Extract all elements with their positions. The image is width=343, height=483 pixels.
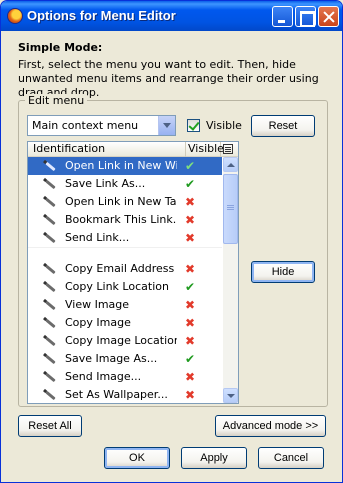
hidden-cross-icon[interactable]: ✖ — [183, 193, 197, 211]
list-item[interactable]: Send Image... ✖ — [28, 368, 222, 386]
pencil-icon — [45, 318, 56, 329]
pencil-icon — [45, 390, 56, 401]
hidden-cross-icon[interactable]: ✖ — [183, 260, 197, 278]
pencil-icon — [45, 354, 56, 365]
window-title: Options for Menu Editor — [27, 8, 176, 23]
hidden-cross-icon[interactable]: ✖ — [183, 296, 197, 314]
minimize-button[interactable] — [272, 6, 293, 27]
list-item[interactable]: Save Image As... ✔ — [28, 350, 222, 368]
list-item[interactable]: Bookmark This Link... ✖ — [28, 211, 222, 229]
list-item[interactable]: Set As Wallpaper... ✖ — [28, 386, 222, 403]
list-item-label: Open Link in New Tab — [65, 195, 177, 208]
hidden-cross-icon[interactable]: ✖ — [183, 211, 197, 229]
scroll-up-icon[interactable] — [223, 157, 238, 172]
hidden-cross-icon[interactable]: ✖ — [183, 368, 197, 386]
list-item-label: Copy Email Address — [65, 262, 175, 275]
list-item[interactable]: Copy Image ✖ — [28, 314, 222, 332]
apply-button[interactable]: Apply — [181, 447, 247, 469]
visible-checkbox-label[interactable]: Visible — [206, 119, 242, 132]
pencil-icon — [45, 215, 56, 226]
hidden-cross-icon[interactable]: ✖ — [183, 314, 197, 332]
reset-all-button[interactable]: Reset All — [18, 415, 82, 437]
visible-checkbox[interactable] — [187, 119, 200, 132]
list-item-label: Send Link... — [65, 231, 130, 244]
scroll-down-icon[interactable] — [223, 388, 238, 403]
maximize-button[interactable] — [295, 6, 316, 27]
list-item-label: Set As Wallpaper... — [65, 388, 168, 401]
pencil-icon — [45, 161, 56, 172]
hidden-cross-icon[interactable]: ✖ — [183, 332, 197, 350]
hidden-cross-icon[interactable]: ✖ — [183, 386, 197, 403]
menu-select[interactable]: Main context menu — [27, 115, 176, 136]
ok-button[interactable]: OK — [104, 447, 170, 469]
edit-menu-label: Edit menu — [25, 94, 88, 107]
list-item-label: Copy Image Location — [65, 334, 177, 347]
pencil-icon — [45, 264, 56, 275]
list-item-label: Bookmark This Link... — [65, 213, 177, 226]
hidden-cross-icon[interactable]: ✖ — [183, 229, 197, 247]
pencil-icon — [45, 197, 56, 208]
pencil-icon — [45, 282, 56, 293]
pencil-icon — [45, 336, 56, 347]
pencil-icon — [45, 233, 56, 244]
column-identification[interactable]: Identification — [28, 142, 186, 157]
pencil-icon — [45, 372, 56, 383]
list-rows: Open Link in New Wi... ✔ Save Link As... ✔ O… — [28, 157, 222, 403]
hide-button[interactable]: Hide — [251, 261, 315, 283]
list-item[interactable]: Copy Link Location ✔ — [28, 278, 222, 296]
visible-check-icon[interactable]: ✔ — [183, 350, 197, 368]
list-item[interactable]: Save Link As... ✔ — [28, 175, 222, 193]
close-button[interactable] — [318, 6, 339, 27]
list-item-label: Open Link in New Wi... — [65, 159, 177, 172]
visible-check-icon[interactable]: ✔ — [183, 157, 197, 175]
list-item-label: Save Link As... — [65, 177, 146, 190]
list-item-label: Save Image As... — [65, 352, 158, 365]
pencil-icon — [45, 179, 56, 190]
menu-select-value: Main context menu — [32, 119, 139, 132]
list-item[interactable]: Copy Image Location ✖ — [28, 332, 222, 350]
list-item-label: View Image — [65, 298, 130, 311]
column-picker-icon[interactable] — [223, 144, 233, 154]
visible-check-icon[interactable]: ✔ — [183, 278, 197, 296]
list-scrollbar[interactable] — [223, 157, 238, 403]
maximize-icon — [296, 7, 315, 27]
advanced-mode-button[interactable]: Advanced mode >> — [215, 415, 326, 437]
options-window: Options for Menu Editor Simple Mode: Fir… — [0, 0, 343, 483]
list-item-label: Copy Image — [65, 316, 131, 329]
title-bar[interactable]: Options for Menu Editor — [1, 1, 342, 31]
list-item[interactable]: Copy Email Address ✖ — [28, 260, 222, 278]
list-header: Identification Visible — [28, 142, 238, 157]
cancel-button[interactable]: Cancel — [258, 447, 324, 469]
menu-items-list[interactable]: Identification Visible Open Link in New … — [27, 141, 239, 404]
visible-check-icon[interactable]: ✔ — [183, 175, 197, 193]
list-item-label: Send Image... — [65, 370, 142, 383]
mode-heading: Simple Mode: — [18, 41, 103, 54]
list-item[interactable]: Send Link... ✖ — [28, 229, 222, 247]
chevron-down-icon[interactable] — [158, 116, 175, 135]
column-visible[interactable]: Visible — [186, 142, 224, 157]
list-item[interactable]: Open Link in New Tab ✖ — [28, 193, 222, 211]
close-icon — [319, 7, 338, 26]
scroll-thumb[interactable] — [223, 174, 238, 244]
pencil-icon — [45, 300, 56, 311]
list-item[interactable]: View Image ✖ — [28, 296, 222, 314]
firefox-icon — [7, 8, 23, 24]
minimize-icon — [273, 7, 292, 26]
list-item[interactable]: Open Link in New Wi... ✔ — [28, 157, 222, 175]
reset-button[interactable]: Reset — [251, 115, 315, 137]
list-item-label: Copy Link Location — [65, 280, 169, 293]
list-separator — [28, 247, 222, 260]
